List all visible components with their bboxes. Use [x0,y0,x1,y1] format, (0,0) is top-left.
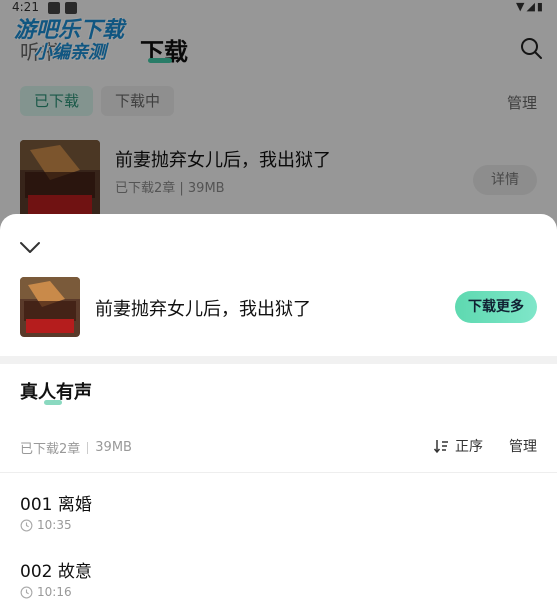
chevron-down-icon[interactable] [18,238,42,256]
section-title-underline [44,400,62,405]
download-stats: 已下载2章 39MB [20,438,132,457]
book-cover-image [20,277,80,337]
download-more-button[interactable]: 下载更多 [455,291,537,323]
stats-chapters: 已下载2章 [20,442,81,457]
chapter-duration: 10:16 [20,585,72,599]
manage-button[interactable]: 管理 [509,436,537,456]
chapter-duration: 10:35 [20,518,72,532]
section-separator [0,356,557,364]
chapter-title: 001 离婚 [20,495,92,515]
stats-divider [87,441,89,454]
sort-icon [433,440,448,454]
chapter-duration-text: 10:35 [37,518,72,532]
list-divider [0,472,557,473]
chapter-title: 002 故意 [20,562,92,582]
download-detail-sheet: 前妻抛弃女儿后，我出狱了 下载更多 真人有声 已下载2章 39MB 正序 管理 … [0,214,557,615]
clock-icon [20,519,33,531]
clock-icon [20,586,33,598]
stats-size: 39MB [95,440,132,455]
chapter-item[interactable]: 001 离婚 10:35 [20,490,537,540]
sort-order-button[interactable]: 正序 [433,436,483,456]
book-info-row: 前妻抛弃女儿后，我出狱了 下载更多 [20,277,537,337]
sort-label: 正序 [455,439,483,455]
book-title: 前妻抛弃女儿后，我出狱了 [95,299,311,320]
chapter-item[interactable]: 002 故意 10:16 [20,557,537,607]
chapter-duration-text: 10:16 [37,585,72,599]
